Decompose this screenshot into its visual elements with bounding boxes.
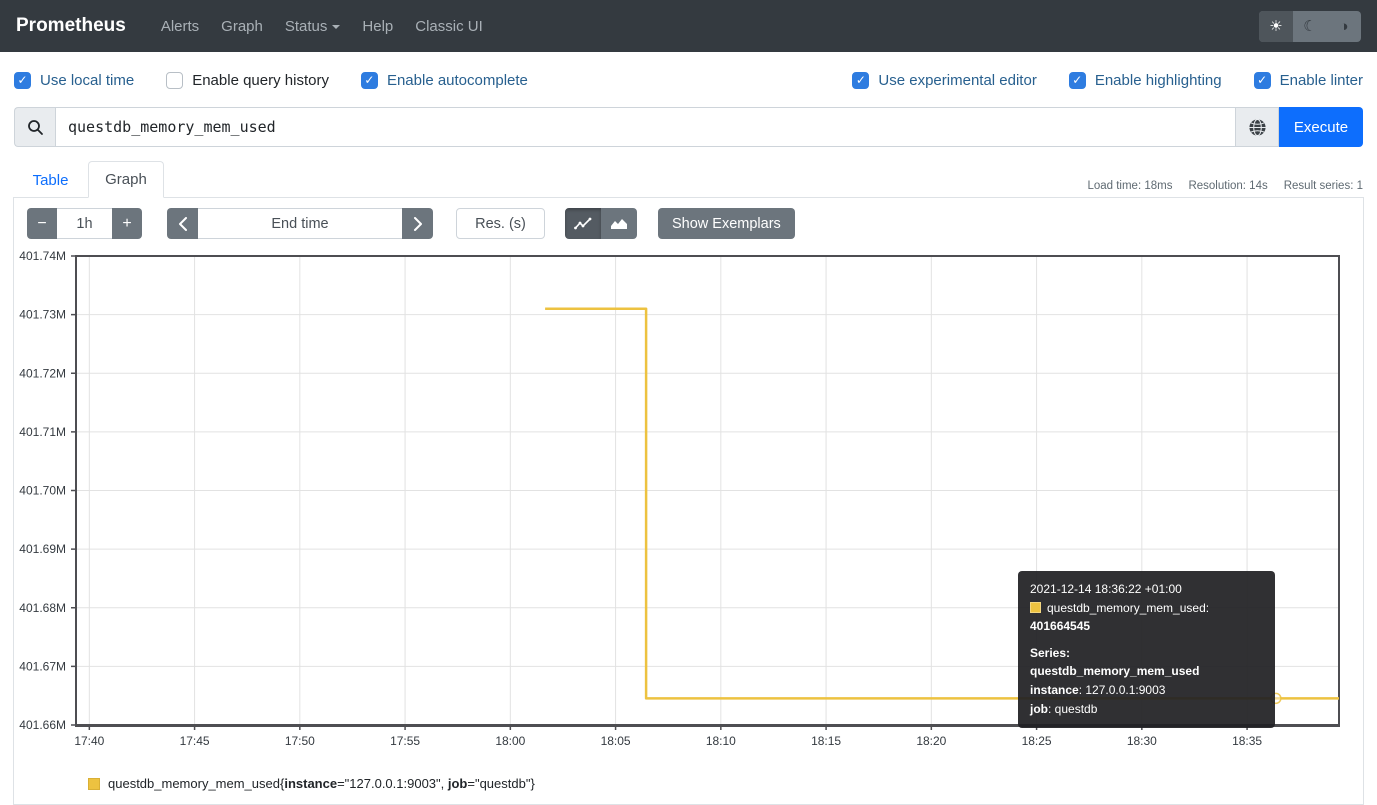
legend-label: questdb_memory_mem_used{instance="127.0.… [108, 776, 535, 791]
chevron-right-icon [413, 217, 423, 231]
moon-icon: ☾ [1303, 17, 1316, 35]
nav-item-alerts[interactable]: Alerts [150, 10, 210, 43]
x-axis-tick-label: 18:00 [495, 734, 525, 748]
dark-theme-button[interactable]: ☾ [1293, 11, 1327, 42]
x-axis-tick-label: 17:40 [74, 734, 104, 748]
metrics-explorer-button[interactable] [1236, 107, 1279, 147]
y-axis-tick-label: 401.74M [19, 249, 66, 263]
nav-item-status-dropdown[interactable]: Status [274, 10, 352, 43]
graph-controls: − + [13, 208, 795, 239]
x-axis-tick-label: 18:05 [601, 734, 631, 748]
tooltip-timestamp: 2021-12-14 18:36:22 +01:00 [1030, 580, 1263, 599]
checkbox-enable-highlighting[interactable]: ✓ Enable highlighting [1069, 72, 1222, 89]
checkbox-checked-icon[interactable]: ✓ [1069, 72, 1086, 89]
checkbox-unchecked-icon[interactable] [166, 72, 183, 89]
checkbox-checked-icon[interactable]: ✓ [1254, 72, 1271, 89]
nav-item-graph[interactable]: Graph [210, 10, 274, 43]
chevron-down-icon [332, 25, 340, 29]
x-axis-tick-label: 18:10 [706, 734, 736, 748]
app-brand[interactable]: Prometheus [16, 15, 126, 37]
x-axis-tick-label: 18:30 [1127, 734, 1157, 748]
execute-button[interactable]: Execute [1279, 107, 1363, 147]
x-axis-tick-label: 18:20 [916, 734, 946, 748]
series-swatch-icon [88, 778, 100, 790]
globe-icon [1248, 118, 1267, 137]
checkbox-use-experimental-editor[interactable]: ✓ Use experimental editor [852, 72, 1036, 89]
nav-item-help[interactable]: Help [351, 10, 404, 43]
checkbox-checked-icon[interactable]: ✓ [852, 72, 869, 89]
y-axis-tick-label: 401.66M [19, 718, 66, 732]
tooltip-series-heading: Series: [1030, 644, 1263, 663]
tab-graph[interactable]: Graph [88, 161, 164, 198]
sun-icon: ☀ [1269, 17, 1282, 35]
line-chart-icon [574, 217, 592, 231]
result-series-stat: Result series: 1 [1284, 180, 1363, 192]
x-axis-tick-label: 18:25 [1022, 734, 1052, 748]
checkbox-enable-linter[interactable]: ✓ Enable linter [1254, 72, 1363, 89]
line-chart-toggle-button[interactable] [565, 208, 601, 239]
navbar: Prometheus Alerts Graph Status Help Clas… [0, 0, 1377, 52]
auto-theme-button[interactable]: ◑ [1327, 11, 1361, 42]
series-swatch-icon [1030, 602, 1041, 613]
resolution-input[interactable] [456, 208, 545, 239]
query-expression-input[interactable] [55, 107, 1236, 147]
x-axis-tick-label: 18:35 [1232, 734, 1262, 748]
y-axis-tick-label: 401.72M [19, 366, 66, 380]
y-axis-tick-label: 401.70M [19, 484, 66, 498]
settings-row: ✓ Use local time Enable query history ✓ … [14, 66, 1363, 94]
checkbox-checked-icon[interactable]: ✓ [361, 72, 378, 89]
increase-range-button[interactable]: + [112, 208, 142, 239]
range-group: − + [27, 208, 142, 239]
resolution-stat: Resolution: 14s [1188, 180, 1267, 192]
legend-item[interactable]: questdb_memory_mem_used{instance="127.0.… [88, 776, 535, 791]
shift-forward-button[interactable] [402, 208, 433, 239]
y-axis-tick-label: 401.68M [19, 601, 66, 615]
theme-switcher: ☀ ☾ ◑ [1259, 11, 1361, 42]
tooltip-value-line: questdb_memory_mem_used: 401664545 [1030, 599, 1263, 636]
tabs-row: Table Graph Load time: 18ms Resolution: … [13, 160, 1363, 198]
settings-right: ✓ Use experimental editor ✓ Enable highl… [852, 72, 1363, 89]
x-axis-tick-label: 17:45 [180, 734, 210, 748]
query-bar: Execute [14, 107, 1363, 147]
nav-links: Alerts Graph Status Help Classic UI [150, 10, 494, 43]
y-axis-tick-label: 401.73M [19, 308, 66, 322]
shift-back-button[interactable] [167, 208, 198, 239]
tooltip-instance-label: instance: 127.0.0.1:9003 [1030, 681, 1263, 700]
hover-tooltip: 2021-12-14 18:36:22 +01:00 questdb_memor… [1018, 571, 1275, 728]
decrease-range-button[interactable]: − [27, 208, 57, 239]
y-axis-tick-label: 401.71M [19, 425, 66, 439]
checkbox-enable-autocomplete[interactable]: ✓ Enable autocomplete [361, 72, 528, 89]
y-axis-tick-label: 401.67M [19, 659, 66, 673]
checkbox-enable-query-history[interactable]: Enable query history [166, 72, 329, 89]
load-time-stat: Load time: 18ms [1087, 180, 1172, 192]
tooltip-series-name: questdb_memory_mem_used [1030, 662, 1263, 681]
tooltip-value: 401664545 [1030, 619, 1090, 633]
end-time-input[interactable] [198, 208, 402, 239]
nav-item-classic-ui[interactable]: Classic UI [404, 10, 494, 43]
range-input[interactable] [57, 208, 112, 239]
settings-left: ✓ Use local time Enable query history ✓ … [14, 72, 528, 89]
stacked-chart-toggle-button[interactable] [601, 208, 637, 239]
y-axis-tick-label: 401.69M [19, 542, 66, 556]
search-icon [27, 119, 44, 136]
area-chart-icon [610, 217, 628, 231]
checkbox-use-local-time[interactable]: ✓ Use local time [14, 72, 134, 89]
tab-table[interactable]: Table [13, 163, 88, 198]
x-axis-tick-label: 17:55 [390, 734, 420, 748]
light-theme-button[interactable]: ☀ [1259, 11, 1293, 42]
x-axis-tick-label: 17:50 [285, 734, 315, 748]
chart-type-toggle [565, 208, 637, 239]
end-time-group [167, 208, 433, 239]
show-exemplars-button[interactable]: Show Exemplars [658, 208, 795, 239]
chevron-left-icon [178, 217, 188, 231]
half-circle-icon: ◑ [1339, 18, 1348, 35]
x-axis-tick-label: 18:15 [811, 734, 841, 748]
checkbox-checked-icon[interactable]: ✓ [14, 72, 31, 89]
query-stats: Load time: 18ms Resolution: 14s Result s… [1087, 180, 1363, 192]
search-icon-addon [14, 107, 55, 147]
tooltip-job-label: job: questdb [1030, 700, 1263, 719]
